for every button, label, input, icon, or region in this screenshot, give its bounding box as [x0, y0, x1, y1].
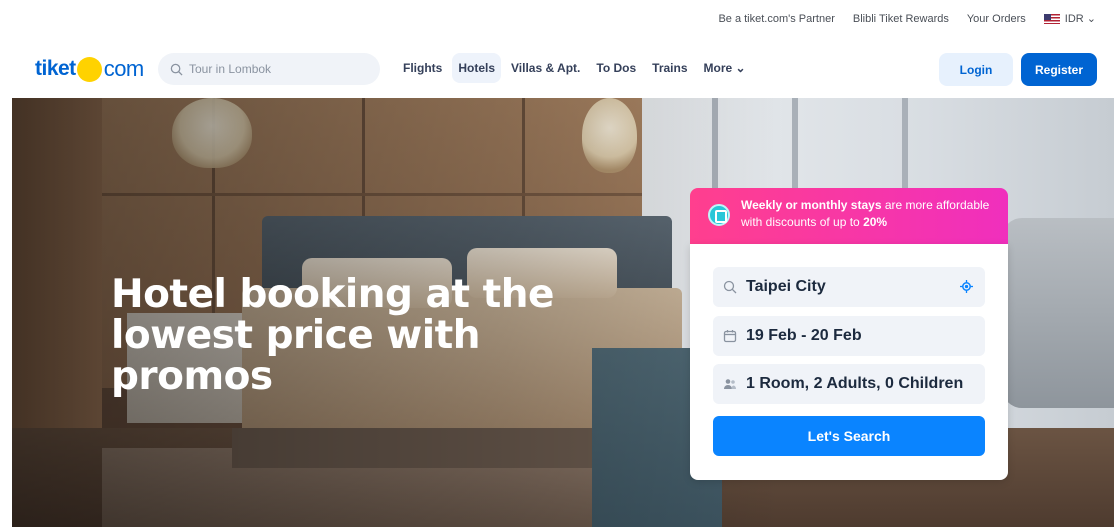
- rewards-link[interactable]: Blibli Tiket Rewards: [853, 13, 949, 25]
- currency-label: IDR: [1064, 13, 1084, 25]
- promo-bold-text: Weekly or monthly stays: [741, 198, 882, 212]
- register-button[interactable]: Register: [1021, 53, 1097, 86]
- promo-percent: 20%: [863, 215, 888, 229]
- nav-todos[interactable]: To Dos: [590, 53, 642, 83]
- dates-value: 19 Feb - 20 Feb: [746, 327, 862, 344]
- nav-more-label: More: [703, 61, 733, 75]
- nav-villas[interactable]: Villas & Apt.: [505, 53, 586, 83]
- search-placeholder: Tour in Lombok: [189, 62, 272, 76]
- guests-icon: [724, 379, 736, 389]
- calendar-discount-icon: [708, 204, 730, 226]
- booking-card: Taipei City 19 Feb - 20 Feb 1 Room, 2 Ad…: [690, 244, 1008, 480]
- logo-text-left: tiket: [35, 57, 76, 80]
- logo-text-right: com: [103, 56, 145, 81]
- main-header: tiket com Tour in Lombok Flights Hotels …: [0, 40, 1114, 98]
- destination-value: Taipei City: [746, 278, 826, 295]
- nav-trains[interactable]: Trains: [646, 53, 693, 83]
- current-location-icon[interactable]: [960, 280, 973, 293]
- guests-field[interactable]: 1 Room, 2 Adults, 0 Children: [713, 364, 985, 404]
- promo-banner: Weekly or monthly stays are more afforda…: [690, 188, 1008, 244]
- nav-hotels[interactable]: Hotels: [452, 53, 502, 83]
- logo-dot-icon: [76, 56, 102, 82]
- top-utility-links: Be a tiket.com's Partner Blibli Tiket Re…: [718, 12, 1096, 26]
- chevron-down-icon: ⌄: [1086, 13, 1096, 25]
- search-icon: [723, 280, 737, 294]
- guests-value: 1 Room, 2 Adults, 0 Children: [746, 375, 964, 392]
- currency-selector[interactable]: IDR ⌄: [1043, 12, 1096, 25]
- us-flag-icon: [1043, 14, 1060, 25]
- top-utility-bar: Be a tiket.com's Partner Blibli Tiket Re…: [0, 0, 1114, 40]
- calendar-icon: [723, 330, 737, 343]
- login-button[interactable]: Login: [939, 53, 1013, 86]
- orders-link[interactable]: Your Orders: [967, 13, 1026, 25]
- main-nav: Flights Hotels Villas & Apt. To Dos Trai…: [397, 53, 752, 83]
- search-icon: [170, 63, 183, 76]
- chevron-down-icon: ⌄: [735, 61, 746, 75]
- search-input[interactable]: Tour in Lombok: [158, 53, 380, 85]
- tiket-logo[interactable]: tiket com: [35, 56, 144, 82]
- destination-field[interactable]: Taipei City: [713, 267, 985, 307]
- hero-title: Hotel booking at the lowest price with p…: [111, 272, 554, 399]
- nav-flights[interactable]: Flights: [397, 53, 448, 83]
- dates-field[interactable]: 19 Feb - 20 Feb: [713, 316, 985, 356]
- partner-link[interactable]: Be a tiket.com's Partner: [718, 13, 834, 25]
- lets-search-button[interactable]: Let's Search: [713, 416, 985, 456]
- nav-more[interactable]: More ⌄: [698, 53, 752, 83]
